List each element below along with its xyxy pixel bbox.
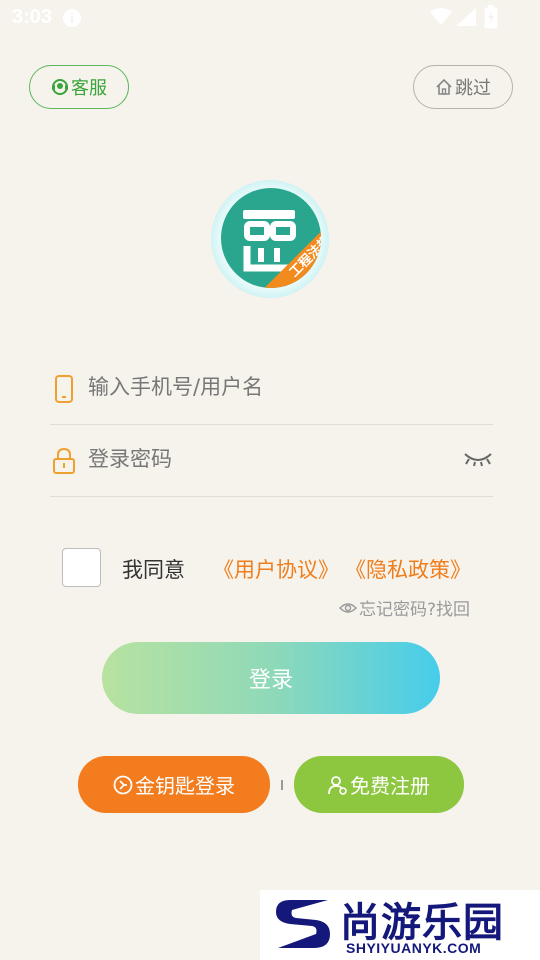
forgot-password-label: 忘记密码?找回	[359, 600, 471, 620]
key-icon	[113, 775, 133, 794]
home-icon	[436, 78, 452, 95]
user-agreement-link[interactable]: 《用户协议》	[213, 554, 339, 584]
phone-input[interactable]	[88, 369, 448, 405]
lock-icon	[53, 447, 75, 474]
wifi-icon	[430, 8, 452, 25]
info-icon	[63, 9, 81, 27]
eye-search-icon	[339, 602, 358, 613]
password-input[interactable]	[88, 441, 448, 477]
skip-label: 跳过	[455, 78, 491, 99]
action-divider	[281, 780, 283, 790]
watermark-en: SHYIYUANYK.COM	[346, 940, 482, 956]
agreement-label: 我同意	[122, 558, 185, 582]
forgot-password-link[interactable]: 忘记密码?找回	[339, 595, 470, 620]
watermark-s-icon	[276, 900, 330, 948]
skip-button[interactable]: 跳过	[413, 65, 513, 109]
status-bar: 3:03	[0, 0, 540, 36]
customer-service-label: 客服	[71, 78, 107, 99]
privacy-policy-link[interactable]: 《隐私政策》	[345, 554, 471, 584]
key-login-button[interactable]: 金钥匙登录	[78, 756, 270, 813]
agreement-checkbox[interactable]	[62, 548, 101, 587]
watermark-logo: 尚游乐园 SHYIYUANYK.COM	[260, 890, 540, 960]
logo-circle: 工程法规	[221, 188, 321, 288]
register-button[interactable]: 免费注册	[294, 756, 464, 813]
app-logo: 工程法规	[211, 180, 329, 298]
password-field-row	[50, 425, 493, 497]
battery-icon	[484, 5, 498, 29]
phone-icon	[55, 375, 73, 403]
register-label: 免费注册	[350, 774, 430, 798]
headset-icon	[52, 79, 68, 95]
login-button[interactable]: 登录	[102, 642, 440, 714]
status-time: 3:03	[12, 6, 53, 28]
key-login-label: 金钥匙登录	[135, 774, 235, 798]
phone-field-row	[50, 353, 493, 425]
signal-icon	[456, 8, 476, 26]
customer-service-button[interactable]: 客服	[29, 65, 129, 109]
eye-closed-icon[interactable]	[463, 451, 493, 467]
user-add-icon	[328, 775, 347, 795]
